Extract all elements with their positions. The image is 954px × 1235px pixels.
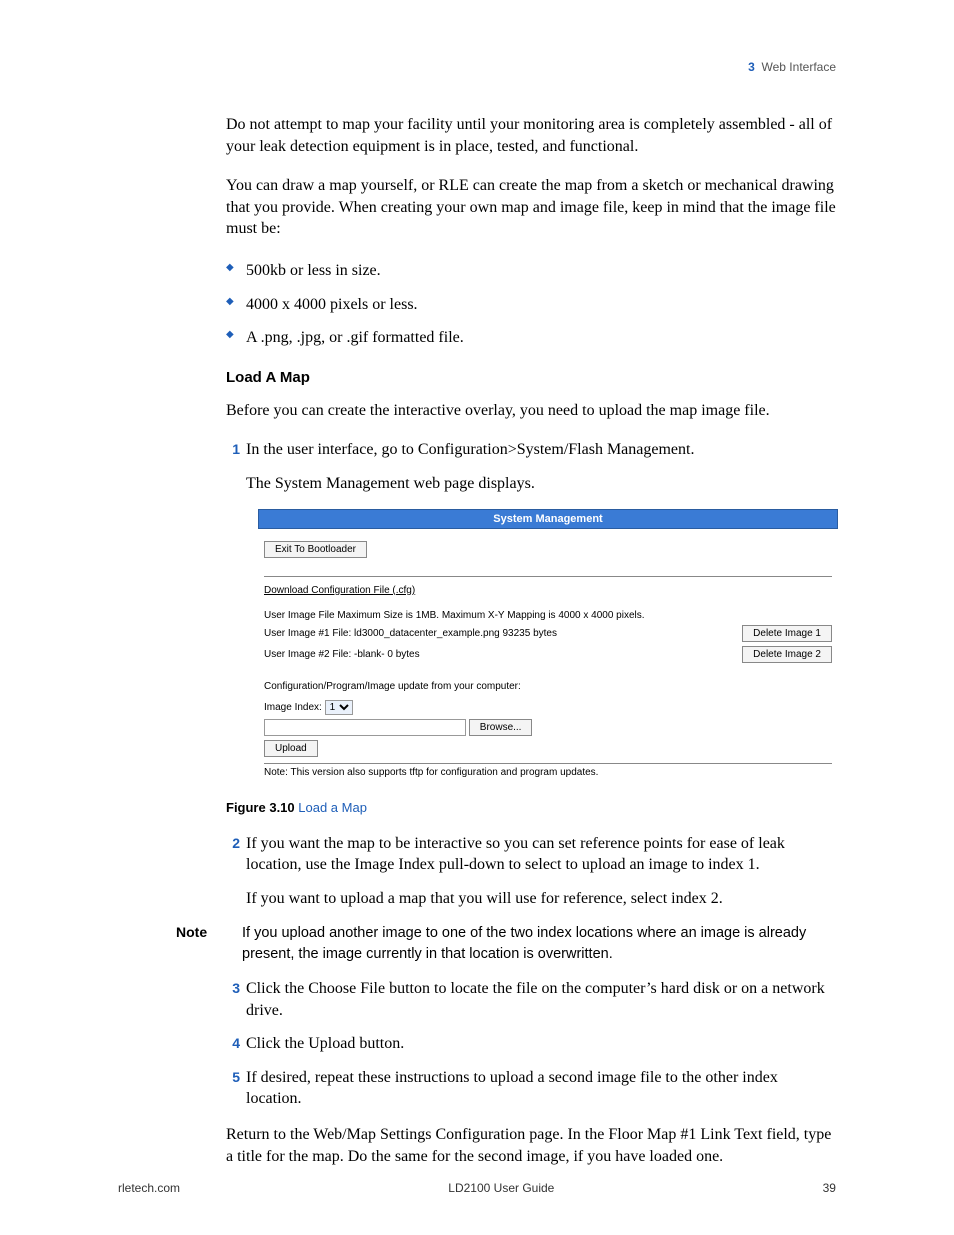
note-text: If you upload another image to one of th…	[242, 923, 836, 964]
download-config-link[interactable]: Download Configuration File (.cfg)	[264, 585, 832, 596]
sm-update-label: Configuration/Program/Image update from …	[264, 681, 832, 692]
paragraph: Before you can create the interactive ov…	[226, 400, 836, 422]
note-label: Note	[176, 923, 242, 964]
footer-left: rletech.com	[118, 1181, 180, 1195]
figure-title: Load a Map	[298, 800, 367, 815]
list-item: A .png, .jpg, or .gif formatted file.	[226, 325, 836, 351]
page-header: 3 Web Interface	[118, 60, 836, 74]
chapter-number: 3	[748, 60, 755, 74]
sm-title-bar: System Management	[258, 509, 838, 529]
divider	[264, 576, 832, 577]
upload-button[interactable]: Upload	[264, 740, 318, 757]
browse-button[interactable]: Browse...	[469, 719, 533, 736]
delete-image-2-button[interactable]: Delete Image 2	[742, 646, 832, 663]
list-item: 4000 x 4000 pixels or less.	[226, 292, 836, 318]
step-text: Click the Choose File button to locate t…	[246, 978, 836, 1021]
chapter-title: Web Interface	[762, 60, 836, 74]
step-number: 2	[218, 833, 246, 876]
image-index-select[interactable]: 1	[325, 700, 353, 715]
paragraph: Return to the Web/Map Settings Configura…	[226, 1124, 836, 1167]
sm-size-note: User Image File Maximum Size is 1MB. Max…	[264, 610, 832, 621]
figure-caption: Figure 3.10 Load a Map	[226, 800, 836, 815]
page-footer: rletech.com LD2100 User Guide 39	[118, 1181, 836, 1195]
figure-label: Figure 3.10	[226, 800, 295, 815]
sm-tftp-note: Note: This version also supports tftp fo…	[264, 763, 832, 778]
paragraph: Do not attempt to map your facility unti…	[226, 114, 836, 157]
file-path-input[interactable]	[264, 719, 466, 736]
delete-image-1-button[interactable]: Delete Image 1	[742, 625, 832, 642]
paragraph: You can draw a map yourself, or RLE can …	[226, 175, 836, 240]
step-number: 3	[218, 978, 246, 1021]
requirements-list: 500kb or less in size. 4000 x 4000 pixel…	[226, 258, 836, 351]
step-text: Click the Upload button.	[246, 1033, 836, 1055]
sm-image2-info: User Image #2 File: -blank- 0 bytes	[264, 649, 420, 660]
step-subtext: The System Management web page displays.	[246, 473, 836, 495]
footer-center: LD2100 User Guide	[448, 1181, 554, 1195]
step-number: 4	[218, 1033, 246, 1055]
step-text: If you want the map to be interactive so…	[246, 833, 836, 876]
step-text: In the user interface, go to Configurati…	[246, 439, 836, 461]
section-heading: Load A Map	[226, 369, 836, 386]
sm-image1-info: User Image #1 File: ld3000_datacenter_ex…	[264, 628, 557, 639]
image-index-label: Image Index:	[264, 702, 322, 713]
list-item: 500kb or less in size.	[226, 258, 836, 284]
step-text: If desired, repeat these instructions to…	[246, 1067, 836, 1110]
exit-bootloader-button[interactable]: Exit To Bootloader	[264, 541, 367, 558]
footer-right: 39	[823, 1181, 836, 1195]
system-management-figure: System Management Exit To Bootloader Dow…	[258, 509, 838, 782]
step-number: 5	[218, 1067, 246, 1110]
step-number: 1	[218, 439, 246, 461]
step-subtext: If you want to upload a map that you wil…	[246, 888, 836, 910]
